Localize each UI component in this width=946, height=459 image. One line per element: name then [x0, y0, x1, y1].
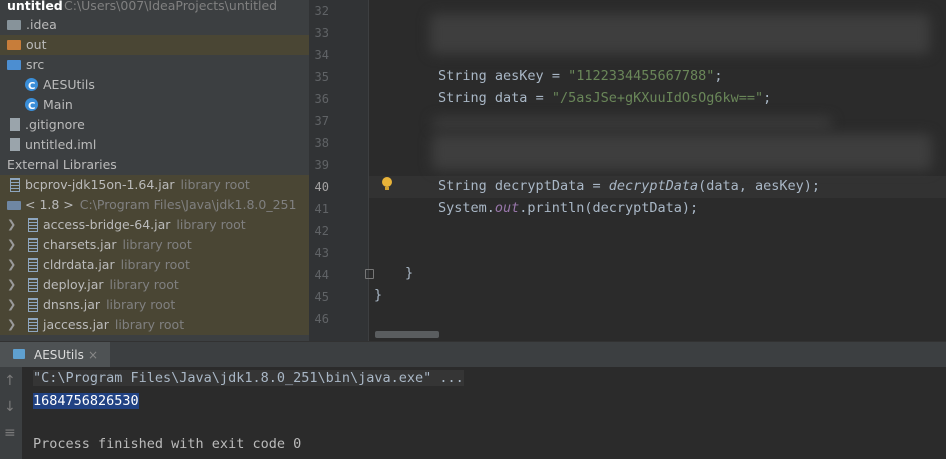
line-number-current: 40	[314, 180, 329, 194]
run-tab-label: AESUtils	[34, 348, 84, 362]
tree-item-label: .idea	[26, 17, 57, 32]
line-number: 35	[314, 70, 329, 84]
tree-item-jar[interactable]: ❯ access-bridge-64.jar library root	[0, 215, 309, 235]
class-icon	[25, 97, 38, 115]
console-command: "C:\Program Files\Java\jdk1.8.0_251\bin\…	[33, 370, 464, 386]
tree-item-label: src	[26, 57, 45, 72]
line-number: 43	[314, 246, 329, 260]
line-number: 33	[314, 26, 329, 40]
line-number: 39	[314, 158, 329, 172]
chevron-right-icon[interactable]: ❯	[7, 275, 16, 295]
jar-icon	[28, 278, 38, 292]
blurred-code	[430, 14, 930, 54]
tree-item-label: bcprov-jdk15on-1.64.jar library root	[25, 177, 250, 192]
horizontal-scrollbar[interactable]	[375, 331, 439, 338]
tree-external-libraries[interactable]: External Libraries	[0, 155, 309, 175]
jar-icon	[28, 258, 38, 272]
soft-wrap-icon[interactable]: ≡	[4, 425, 16, 441]
tree-item-bcprov[interactable]: bcprov-jdk15on-1.64.jar library root	[0, 175, 309, 195]
line-number: 37	[314, 114, 329, 128]
tree-item-jar[interactable]: ❯ dnsns.jar library root	[0, 295, 309, 315]
tree-item-jar[interactable]: ❯ charsets.jar library root	[0, 235, 309, 255]
tree-item-out[interactable]: out	[0, 35, 309, 55]
run-side-toolbar: ↑ ↓ ≡	[0, 367, 22, 459]
tree-item-label: .gitignore	[25, 117, 85, 132]
chevron-right-icon[interactable]: ❯	[7, 255, 16, 275]
tree-root[interactable]: untitled C:\Users\007\IdeaProjects\untit…	[0, 0, 309, 16]
tree-item-label: Main	[43, 97, 73, 112]
chevron-right-icon[interactable]: ❯	[7, 315, 16, 335]
code-line-41: System.out.println(decryptData);	[438, 200, 699, 216]
tree-item-label: out	[26, 37, 47, 52]
tree-item-label: jaccess.jar library root	[43, 317, 185, 332]
line-number: 38	[314, 136, 329, 150]
code-line-40: String decryptData = decryptData(data, a…	[438, 178, 821, 194]
line-number: 46	[314, 312, 329, 326]
run-toolbar: AESUtils ×	[0, 341, 946, 368]
line-number: 44	[314, 268, 329, 282]
folder-icon	[7, 40, 21, 50]
tree-item-label: AESUtils	[43, 77, 95, 92]
class-icon	[25, 77, 38, 95]
tree-item-jar[interactable]: ❯ jaccess.jar library root	[0, 315, 309, 335]
tree-item-label: untitled.iml	[25, 137, 97, 152]
console-finish-message: Process finished with exit code 0	[33, 436, 302, 452]
code-line-35: String aesKey = "1122334455667788";	[438, 68, 723, 84]
tree-item-aesutils[interactable]: AESUtils	[0, 75, 309, 95]
tree-item-label: External Libraries	[7, 157, 117, 172]
tree-item-label: access-bridge-64.jar library root	[43, 217, 246, 232]
console-output[interactable]: 1684756826530	[33, 393, 139, 409]
tree-item-gitignore[interactable]: .gitignore	[0, 115, 309, 135]
lightbulb-icon[interactable]	[382, 177, 392, 190]
fold-marker-icon[interactable]	[365, 269, 374, 279]
tree-item-jar[interactable]: ❯ cldrdata.jar library root	[0, 255, 309, 275]
tree-item-idea[interactable]: .idea	[0, 15, 309, 35]
jar-icon	[28, 298, 38, 312]
line-number: 34	[314, 48, 329, 62]
folder-icon	[7, 20, 21, 30]
jar-icon	[28, 238, 38, 252]
code-line-44: }	[405, 265, 414, 281]
tree-item-jar[interactable]: ❯ deploy.jar library root	[0, 275, 309, 295]
jdk-icon	[7, 201, 21, 210]
tree-item-iml[interactable]: untitled.iml	[0, 135, 309, 155]
project-path: C:\Users\007\IdeaProjects\untitled	[64, 0, 278, 13]
file-icon	[10, 138, 20, 151]
blurred-code	[432, 118, 832, 128]
blurred-code	[432, 134, 932, 170]
run-console-icon	[13, 349, 25, 359]
line-number: 42	[314, 224, 329, 238]
tree-item-label: dnsns.jar library root	[43, 297, 176, 312]
project-name: untitled	[7, 0, 63, 13]
chevron-right-icon[interactable]: ❯	[7, 215, 16, 235]
chevron-right-icon[interactable]: ❯	[7, 295, 16, 315]
line-number: 36	[314, 92, 329, 106]
run-tab-aesutils[interactable]: AESUtils ×	[0, 342, 110, 368]
tree-item-label: < 1.8 > C:\Program Files\Java\jdk1.8.0_25…	[25, 197, 297, 212]
tree-item-label: charsets.jar library root	[43, 237, 192, 252]
close-icon[interactable]: ×	[88, 342, 98, 368]
folder-icon	[7, 60, 21, 70]
line-number: 32	[314, 4, 329, 18]
tree-item-main[interactable]: Main	[0, 95, 309, 115]
tree-item-label: deploy.jar library root	[43, 277, 179, 292]
arrow-up-icon[interactable]: ↑	[4, 373, 16, 389]
tree-item-label: cldrdata.jar library root	[43, 257, 190, 272]
chevron-right-icon[interactable]: ❯	[7, 235, 16, 255]
code-line-45: }	[374, 287, 383, 303]
jar-icon	[28, 318, 38, 332]
jar-icon	[10, 178, 20, 192]
line-number: 45	[314, 290, 329, 304]
arrow-down-icon[interactable]: ↓	[4, 399, 16, 415]
line-number: 41	[314, 202, 329, 216]
code-line-36: String data = "/5asJSe+gKXuuIdOsOg6kw=="…	[438, 90, 772, 106]
tree-item-jdk[interactable]: < 1.8 > C:\Program Files\Java\jdk1.8.0_25…	[0, 195, 309, 215]
tree-item-src[interactable]: src	[0, 55, 309, 75]
project-tree: untitled C:\Users\007\IdeaProjects\untit…	[0, 0, 309, 341]
jar-icon	[28, 218, 38, 232]
file-icon	[10, 118, 20, 131]
